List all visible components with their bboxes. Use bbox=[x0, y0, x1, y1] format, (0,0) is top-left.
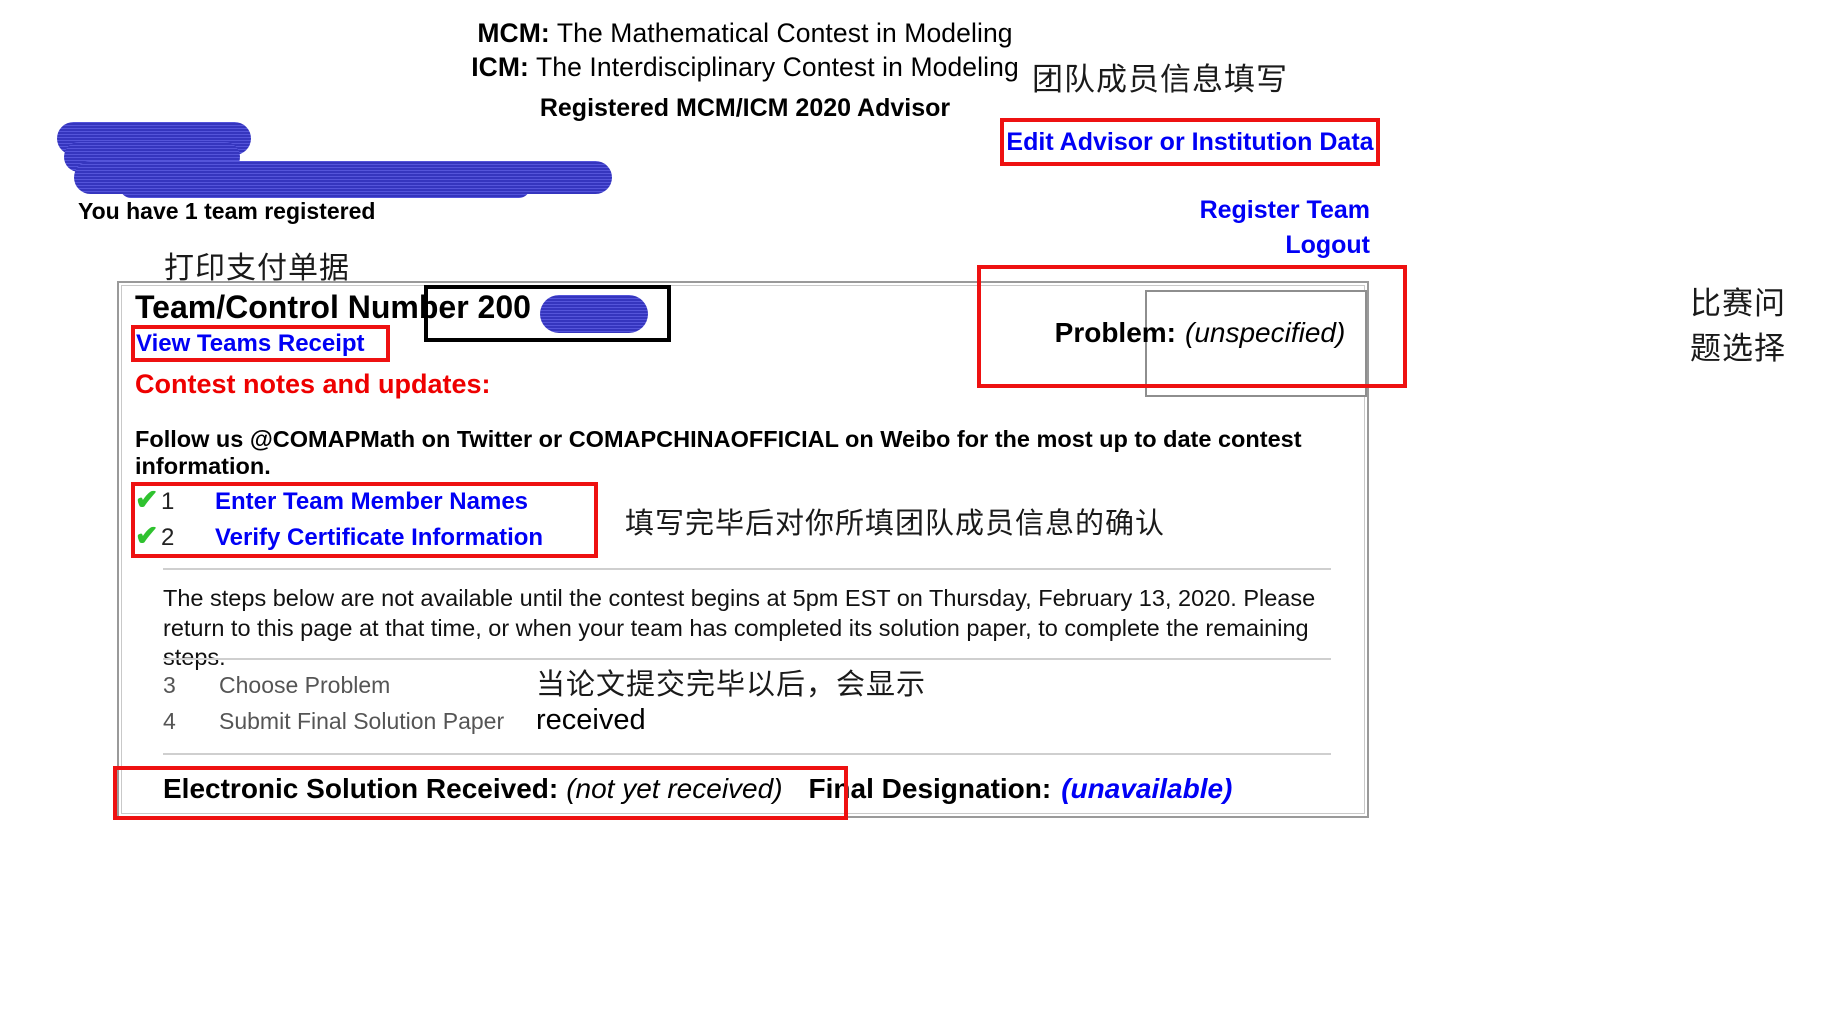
register-team-link[interactable]: Register Team bbox=[1200, 196, 1370, 225]
mcm-label: MCM: bbox=[477, 18, 550, 48]
step-number: 4 bbox=[163, 708, 176, 734]
follow-us-notice: Follow us @COMAPMath on Twitter or COMAP… bbox=[135, 426, 1302, 480]
annotation-problem-choice: 比赛问 题选择 bbox=[1690, 282, 1840, 372]
mcm-text: The Mathematical Contest in Modeling bbox=[556, 18, 1013, 48]
pending-steps-list: 3 Choose Problem 4 Submit Final Solution… bbox=[163, 672, 504, 744]
header-line-mcm: MCM: The Mathematical Contest in Modelin… bbox=[0, 16, 1490, 50]
check-icon: ✔ bbox=[135, 484, 159, 515]
redaction-scribble bbox=[540, 295, 648, 333]
divider bbox=[163, 753, 1331, 755]
annotation-problem-choice-line2: 题选择 bbox=[1690, 330, 1786, 367]
icm-text: The Interdisciplinary Contest in Modelin… bbox=[535, 52, 1019, 83]
annotation-confirm-member-info: 填写完毕后对你所填团队成员信息的确认 bbox=[625, 506, 1166, 540]
icm-label: ICM: bbox=[471, 52, 529, 83]
problem-statement: Problem: (unspecified) bbox=[1020, 305, 1380, 361]
logout-link[interactable]: Logout bbox=[1285, 231, 1370, 260]
annotation-team-member-info: 团队成员信息填写 bbox=[1032, 62, 1288, 98]
step-number: 2 bbox=[161, 524, 175, 551]
electronic-solution-received-label: Electronic Solution Received: bbox=[163, 773, 559, 804]
verify-certificate-information-link[interactable]: Verify Certificate Information bbox=[215, 524, 543, 552]
contest-notes-heading: Contest notes and updates: bbox=[135, 369, 491, 399]
problem-value: (unspecified) bbox=[1185, 317, 1346, 348]
redaction-scribble bbox=[120, 176, 530, 198]
list-item[interactable]: ✔ 1 Enter Team Member Names bbox=[135, 486, 543, 522]
final-designation-value: (unavailable) bbox=[1061, 773, 1233, 804]
step-number: 3 bbox=[163, 672, 176, 698]
annotation-after-submission: 当论文提交完毕以后，会显示 bbox=[536, 667, 927, 701]
team-control-number-label: Team/Control Number bbox=[135, 289, 469, 325]
list-item: 4 Submit Final Solution Paper bbox=[163, 708, 504, 744]
view-teams-receipt-container[interactable]: View Teams Receipt bbox=[136, 330, 365, 358]
step-number: 1 bbox=[161, 488, 175, 515]
list-item: 3 Choose Problem bbox=[163, 672, 504, 708]
edit-advisor-or-institution-data-link[interactable]: Edit Advisor or Institution Data bbox=[1006, 128, 1373, 157]
submission-status-bar: Electronic Solution Received: (not yet r… bbox=[163, 765, 1335, 813]
divider bbox=[163, 568, 1331, 570]
edit-advisor-link-container[interactable]: Edit Advisor or Institution Data bbox=[1000, 118, 1380, 166]
final-designation-label: Final Designation: bbox=[808, 773, 1052, 804]
list-item[interactable]: ✔ 2 Verify Certificate Information bbox=[135, 522, 543, 558]
submit-final-solution-paper-label: Submit Final Solution Paper bbox=[219, 708, 505, 734]
electronic-solution-received-value: (not yet received) bbox=[566, 773, 783, 804]
problem-label: Problem: bbox=[1054, 317, 1177, 348]
check-icon: ✔ bbox=[135, 520, 159, 551]
annotation-problem-choice-line1: 比赛问 bbox=[1690, 286, 1786, 322]
view-teams-receipt-link[interactable]: View Teams Receipt bbox=[136, 330, 365, 358]
completed-steps-list: ✔ 1 Enter Team Member Names ✔ 2 Verify C… bbox=[135, 486, 543, 558]
annotation-received-word: received bbox=[536, 704, 646, 736]
enter-team-member-names-link[interactable]: Enter Team Member Names bbox=[215, 488, 528, 516]
choose-problem-label: Choose Problem bbox=[219, 672, 391, 698]
teams-registered-count: You have 1 team registered bbox=[78, 198, 376, 224]
divider bbox=[163, 658, 1331, 660]
